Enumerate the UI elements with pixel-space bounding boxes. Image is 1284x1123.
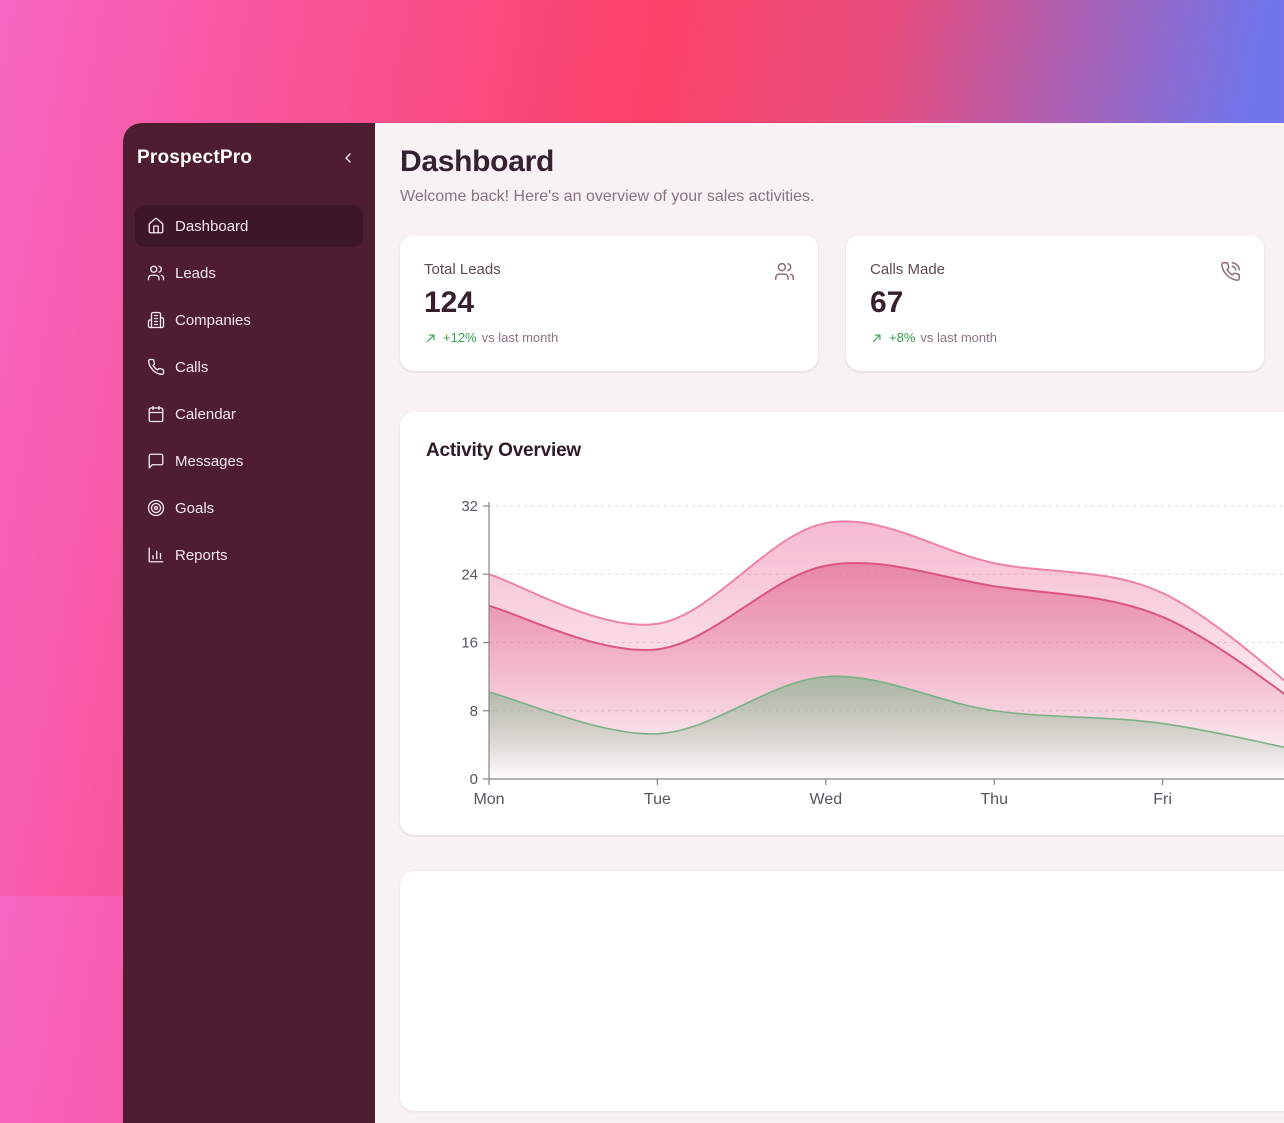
sidebar-item-dashboard[interactable]: Dashboard (135, 205, 363, 247)
users-icon (147, 264, 165, 282)
svg-text:Tue: Tue (644, 791, 671, 808)
svg-text:Mon: Mon (473, 791, 504, 808)
svg-text:Thu: Thu (980, 791, 1008, 808)
stat-card-total-leads: Total Leads 124 +12% vs last month (400, 235, 818, 371)
svg-text:Wed: Wed (809, 791, 842, 808)
app-logo-text: ProspectPro (137, 147, 252, 169)
target-icon (147, 499, 165, 517)
chevron-left-icon (340, 150, 356, 166)
phone-icon (147, 358, 165, 376)
sidebar-item-label: Companies (175, 312, 251, 329)
activity-overview-card: Activity Overview 08162432MonTueWedThuFr… (400, 412, 1284, 835)
phone-call-icon (1220, 261, 1241, 282)
trending-up-icon (424, 331, 438, 345)
sidebar-item-reports[interactable]: Reports (135, 534, 363, 576)
stat-change-percent: +8% (889, 330, 915, 345)
sidebar-collapse-button[interactable] (335, 145, 361, 171)
page-subtitle: Welcome back! Here's an overview of your… (400, 188, 814, 206)
stat-cards-row: Total Leads 124 +12% vs last month Calls… (400, 235, 1264, 371)
sidebar-item-calls[interactable]: Calls (135, 346, 363, 388)
main-content: Dashboard Welcome back! Here's an overvi… (375, 123, 1284, 1123)
users-icon (774, 261, 795, 282)
svg-text:Fri: Fri (1153, 791, 1172, 808)
stat-change: +12% vs last month (424, 330, 794, 345)
sidebar-item-calendar[interactable]: Calendar (135, 393, 363, 435)
stat-change-suffix: vs last month (482, 330, 559, 345)
stat-change: +8% vs last month (870, 330, 1240, 345)
svg-text:8: 8 (470, 703, 478, 720)
sidebar-item-goals[interactable]: Goals (135, 487, 363, 529)
sidebar-item-companies[interactable]: Companies (135, 299, 363, 341)
activity-chart-svg: 08162432MonTueWedThuFriSat (400, 412, 1284, 835)
sidebar-item-label: Reports (175, 547, 228, 564)
home-icon (147, 217, 165, 235)
page-title: Dashboard (400, 145, 814, 179)
sidebar-item-label: Messages (175, 453, 243, 470)
svg-text:0: 0 (470, 771, 478, 788)
svg-text:32: 32 (461, 498, 478, 515)
app-window: ProspectPro Dashboard Leads Companies Ca… (123, 123, 1284, 1123)
sidebar-item-label: Leads (175, 265, 216, 282)
svg-text:16: 16 (461, 635, 478, 652)
sidebar-item-label: Calls (175, 359, 208, 376)
sidebar-item-leads[interactable]: Leads (135, 252, 363, 294)
sidebar-item-label: Calendar (175, 406, 236, 423)
sidebar-item-label: Goals (175, 500, 214, 517)
stat-value: 124 (424, 286, 794, 320)
stat-label: Calls Made (870, 261, 1240, 278)
stat-change-percent: +12% (443, 330, 477, 345)
sidebar-header: ProspectPro (137, 145, 361, 171)
stat-label: Total Leads (424, 261, 794, 278)
stat-change-suffix: vs last month (920, 330, 997, 345)
calendar-icon (147, 405, 165, 423)
svg-text:24: 24 (461, 566, 478, 583)
building-icon (147, 311, 165, 329)
bar-chart-icon (147, 546, 165, 564)
trending-up-icon (870, 331, 884, 345)
sidebar-item-messages[interactable]: Messages (135, 440, 363, 482)
sidebar-nav: Dashboard Leads Companies Calls Calendar… (135, 205, 363, 576)
page-header: Dashboard Welcome back! Here's an overvi… (400, 145, 814, 206)
sidebar-item-label: Dashboard (175, 218, 248, 235)
stat-value: 67 (870, 286, 1240, 320)
partial-bottom-card (400, 871, 1284, 1111)
stat-card-calls-made: Calls Made 67 +8% vs last month (846, 235, 1264, 371)
message-icon (147, 452, 165, 470)
sidebar: ProspectPro Dashboard Leads Companies Ca… (123, 123, 375, 1123)
